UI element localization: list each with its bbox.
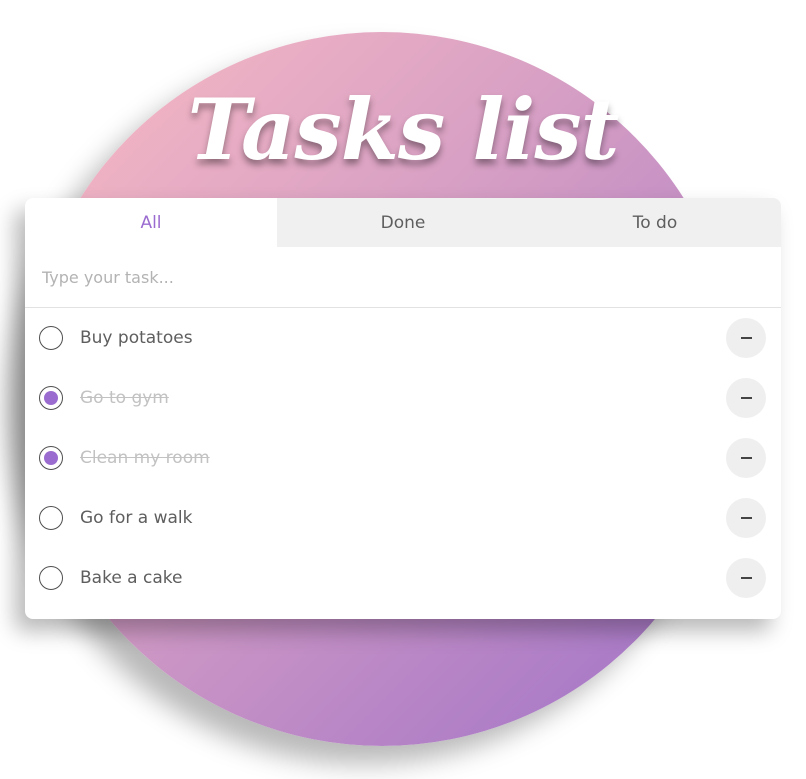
minus-icon (740, 397, 752, 399)
minus-icon (740, 457, 752, 459)
delete-task-button[interactable] (726, 558, 766, 598)
filter-tabs: All Done To do (25, 198, 781, 247)
page-title: Tasks list (187, 80, 620, 179)
task-text: Buy potatoes (80, 328, 193, 348)
minus-icon (740, 337, 752, 339)
radio-circle-icon[interactable] (39, 386, 63, 410)
task-item: Buy potatoes (25, 308, 781, 368)
delete-task-button[interactable] (726, 498, 766, 538)
task-text: Go for a walk (80, 508, 193, 528)
minus-icon (740, 517, 752, 519)
task-item: Go to gym (25, 368, 781, 428)
minus-icon (740, 577, 752, 579)
tasks-card: All Done To do Buy potatoes Go to gym Cl… (25, 198, 781, 619)
task-item: Bake a cake (25, 548, 781, 608)
tab-all[interactable]: All (25, 198, 277, 247)
radio-circle-icon[interactable] (39, 506, 63, 530)
task-item: Clean my room (25, 428, 781, 488)
radio-circle-icon[interactable] (39, 566, 63, 590)
tab-to-do[interactable]: To do (529, 198, 781, 247)
delete-task-button[interactable] (726, 438, 766, 478)
task-item: Go for a walk (25, 488, 781, 548)
radio-circle-icon[interactable] (39, 446, 63, 470)
task-text: Bake a cake (80, 568, 183, 588)
delete-task-button[interactable] (726, 318, 766, 358)
radio-circle-icon[interactable] (39, 326, 63, 350)
task-text: Clean my room (80, 448, 210, 468)
task-text: Go to gym (80, 388, 169, 408)
delete-task-button[interactable] (726, 378, 766, 418)
task-list: Buy potatoes Go to gym Clean my room Go … (25, 308, 781, 608)
task-input[interactable] (25, 247, 781, 308)
tab-done[interactable]: Done (277, 198, 529, 247)
